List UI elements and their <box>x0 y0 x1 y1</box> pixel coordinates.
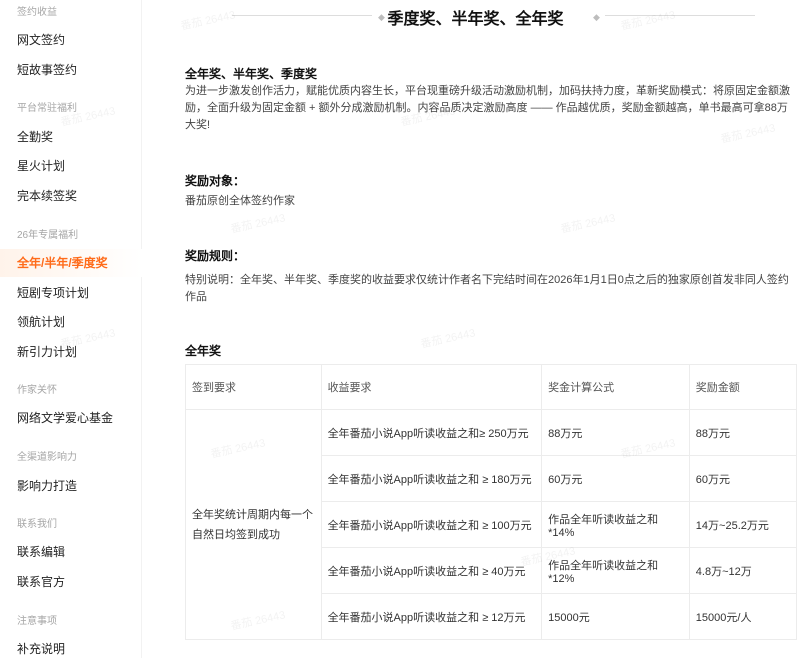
column-header: 奖金计算公式 <box>541 364 690 410</box>
page-title-bar: ◆ 季度奖、半年奖、全年奖 ◆ <box>142 0 809 30</box>
sidebar-group-title: 联系我们 <box>17 519 57 530</box>
amount-cell: 60万元 <box>688 455 798 502</box>
sidebar-group-title: 26年专属福利 <box>17 230 79 241</box>
annual-award-heading: 全年奖 <box>185 344 222 358</box>
title-divider-right <box>605 15 755 16</box>
sidebar-item-spark-plan[interactable]: 星火计划 <box>0 152 142 180</box>
page-title: 季度奖、半年奖、全年奖 <box>387 11 564 28</box>
table-row: 全年奖统计周期内每一个自然日均签到成功 全年番茄小说App听读收益之和≥ 250… <box>185 409 798 640</box>
sidebar-group-title: 签约收益 <box>17 7 57 18</box>
rules-text: 特别说明：全年奖、半年奖、季度奖的收益要求仅统计作者名下完结时间在2026年1月… <box>185 274 789 303</box>
formula-cell: 15000元 <box>541 593 690 640</box>
sidebar-group-title: 全渠道影响力 <box>17 452 77 463</box>
rules-heading: 奖励规则： <box>185 249 246 263</box>
section-heading: 全年奖、半年奖、季度奖 <box>185 67 318 81</box>
revenue-requirement-cell: 全年番茄小说App听读收益之和 ≥ 180万元 <box>320 455 543 502</box>
table-header-row: 签到要求 收益要求 奖金计算公式 奖励金额 <box>185 364 798 410</box>
revenue-requirement-cell: 全年番茄小说App听读收益之和≥ 250万元 <box>320 409 543 456</box>
intro-paragraph: 为进一步激发创作活力，赋能优质内容生长，平台现重磅升级活动激励机制，加码扶持力度… <box>185 85 790 131</box>
formula-cell: 作品全年听读收益之和*14% <box>541 501 690 548</box>
column-header: 收益要求 <box>320 364 543 410</box>
sidebar-item-pilot-plan[interactable]: 领航计划 <box>0 308 142 336</box>
sidebar-item-short-story-contract[interactable]: 短故事签约 <box>0 56 142 84</box>
revenue-requirement-cell: 全年番茄小说App听读收益之和 ≥ 12万元 <box>320 593 543 640</box>
amount-cell: 4.8万~12万 <box>688 547 798 594</box>
sidebar-group-title: 平台常驻福利 <box>17 103 77 114</box>
amount-cell: 88万元 <box>688 409 798 456</box>
sidebar-item-contact-editor[interactable]: 联系编辑 <box>0 538 142 566</box>
amount-cell: 15000元/人 <box>688 593 798 640</box>
formula-cell: 60万元 <box>541 455 690 502</box>
sidebar-item-love-fund[interactable]: 网络文学爱心基金 <box>0 404 142 432</box>
sidebar-item-influence-building[interactable]: 影响力打造 <box>0 472 142 500</box>
column-header: 签到要求 <box>185 364 322 410</box>
main-content: ◆ 季度奖、半年奖、全年奖 ◆ 全年奖、半年奖、季度奖 为进一步激发创作活力，赋… <box>142 0 809 658</box>
sidebar-group-title: 作家关怀 <box>17 385 57 396</box>
diamond-icon: ◆ <box>593 12 600 22</box>
column-header: 奖励金额 <box>688 364 798 410</box>
annual-award-table: 签到要求 收益要求 奖金计算公式 奖励金额 全年奖统计周期内每一个自然日均签到成… <box>185 364 798 640</box>
formula-cell: 作品全年听读收益之和*12% <box>541 547 690 594</box>
revenue-requirement-cell: 全年番茄小说App听读收益之和 ≥ 100万元 <box>320 501 543 548</box>
sidebar-group-title: 注意事项 <box>17 616 57 627</box>
sidebar-item-supplementary-notes[interactable]: 补充说明 <box>0 635 142 663</box>
amount-cell: 14万~25.2万元 <box>688 501 798 548</box>
target-text: 番茄原创全体签约作家 <box>185 195 295 207</box>
revenue-requirement-cell: 全年番茄小说App听读收益之和 ≥ 40万元 <box>320 547 543 594</box>
sidebar-item-web-novel-contract[interactable]: 网文签约 <box>0 26 142 54</box>
sidebar-item-short-drama-plan[interactable]: 短剧专项计划 <box>0 279 142 307</box>
sidebar-item-completion-renewal[interactable]: 完本续签奖 <box>0 182 142 210</box>
sidebar-item-new-gravity-plan[interactable]: 新引力计划 <box>0 338 142 366</box>
sidebar: 签约收益 网文签约 短故事签约 平台常驻福利 全勤奖 星火计划 完本续签奖 26… <box>0 0 142 658</box>
sidebar-item-annual-award[interactable]: 全年/半年/季度奖 <box>0 249 142 277</box>
sidebar-item-contact-official[interactable]: 联系官方 <box>0 568 142 596</box>
sidebar-item-attendance-award[interactable]: 全勤奖 <box>0 123 142 151</box>
formula-cell: 88万元 <box>541 409 690 456</box>
signin-requirement-cell: 全年奖统计周期内每一个自然日均签到成功 <box>185 409 322 640</box>
target-heading: 奖励对象： <box>185 174 246 188</box>
